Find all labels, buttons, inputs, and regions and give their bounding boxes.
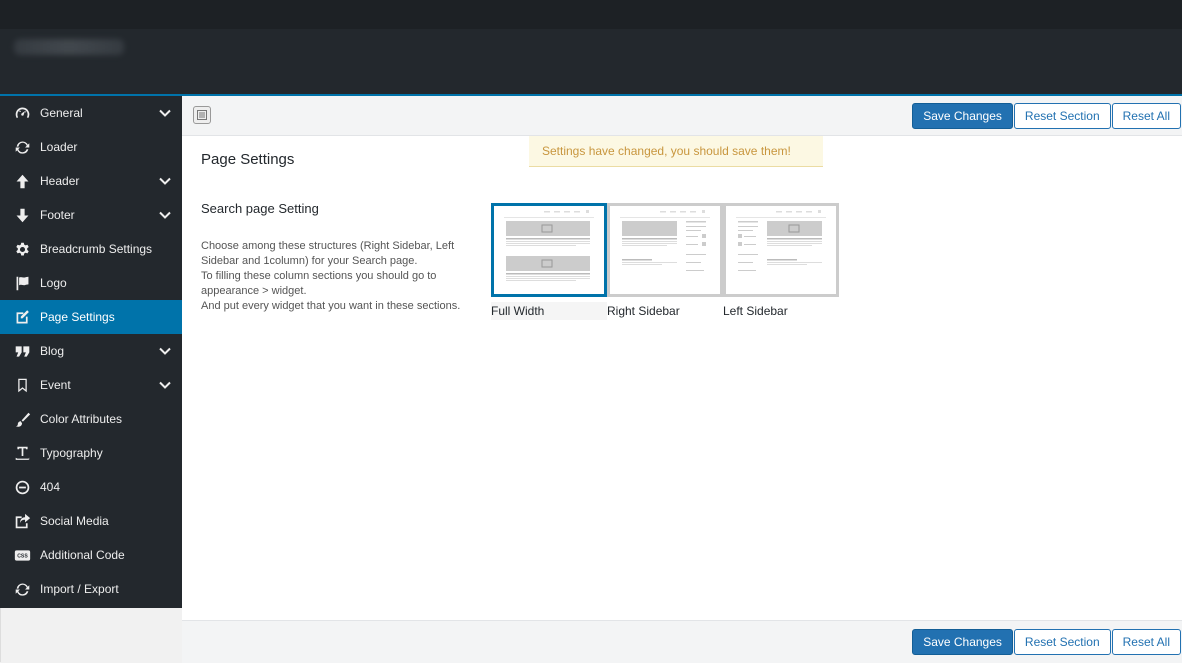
sidebar-item-event[interactable]: Event — [0, 368, 182, 402]
sidebar-item-page-settings[interactable]: Page Settings — [0, 300, 182, 334]
chevron-down-icon — [158, 174, 172, 188]
left-sidebar-layout-image — [736, 210, 826, 271]
sidebar-item-label: Logo — [40, 276, 67, 290]
flag-icon — [13, 274, 31, 292]
admin-top-bar — [0, 0, 1182, 29]
chevron-down-icon — [158, 208, 172, 222]
layout-thumbnail — [723, 203, 839, 297]
sidebar-item-breadcrumb-settings[interactable]: Breadcrumb Settings — [0, 232, 182, 266]
chevron-down-icon — [158, 106, 172, 120]
arrow-up-icon — [13, 172, 31, 190]
description-line: Choose among these structures (Right Sid… — [201, 240, 455, 267]
reset-section-button[interactable]: Reset Section — [1013, 629, 1111, 655]
field-title: Search page Setting — [201, 201, 319, 216]
layout-option-label: Left Sidebar — [723, 304, 788, 318]
layout-thumbnail — [607, 203, 723, 297]
sidebar-item-social-media[interactable]: Social Media — [0, 504, 182, 538]
expand-options-toggle[interactable] — [193, 106, 211, 124]
sidebar-item-label: Blog — [40, 344, 65, 358]
sidebar-item-label: Typography — [40, 446, 103, 460]
sidebar-item-label: Import / Export — [40, 582, 119, 596]
sidebar-item-logo[interactable]: Logo — [0, 266, 182, 300]
layout-option-label: Full Width — [491, 302, 607, 320]
layout-option-right-sidebar[interactable]: Right Sidebar — [607, 203, 723, 320]
save-changes-button[interactable]: Save Changes — [912, 629, 1013, 655]
sidebar-item-footer[interactable]: Footer — [0, 198, 182, 232]
description-line: To filling these column sections you sho… — [201, 270, 437, 297]
edit-icon — [13, 308, 31, 326]
sidebar-item-import-export[interactable]: Import / Export — [0, 572, 182, 606]
text-icon — [13, 444, 31, 462]
sidebar-item-label: Breadcrumb Settings — [40, 242, 153, 256]
layout-option-full-width[interactable]: Full Width — [491, 203, 607, 320]
sidebar-item-general[interactable]: General — [0, 96, 182, 130]
sidebar-item-typography[interactable]: Typography — [0, 436, 182, 470]
field-description: Choose among these structures (Right Sid… — [201, 239, 485, 314]
options-panel: Save Changes Reset Section Reset All Set… — [182, 96, 1182, 663]
top-button-group: Save Changes Reset Section Reset All — [912, 103, 1181, 129]
sidebar-item-label: Social Media — [40, 514, 109, 528]
right-sidebar-layout-image — [620, 210, 710, 271]
sidebar-item-label: Loader — [40, 140, 78, 154]
layout-thumbnail — [491, 203, 607, 297]
sidebar-item-label: Color Attributes — [40, 412, 123, 426]
reset-section-button[interactable]: Reset Section — [1013, 103, 1111, 129]
sidebar-item-404[interactable]: 404 — [0, 470, 182, 504]
header-banner — [0, 29, 1182, 96]
brush-icon — [13, 410, 31, 428]
sidebar-item-header[interactable]: Header — [0, 164, 182, 198]
top-toolbar: Save Changes Reset Section Reset All — [182, 96, 1182, 136]
share-icon — [13, 512, 31, 530]
sidebar-item-label: Event — [40, 378, 71, 392]
list-icon — [197, 110, 207, 120]
unsaved-changes-notice: Settings have changed, you should save t… — [529, 136, 823, 167]
site-logo-blurred — [14, 39, 124, 55]
sidebar-item-label: Page Settings — [40, 310, 115, 324]
quote-icon — [13, 342, 31, 360]
full-width-layout-image — [504, 210, 594, 281]
save-changes-button[interactable]: Save Changes — [912, 103, 1013, 129]
minus-circle-icon — [13, 478, 31, 496]
sidebar-item-blog[interactable]: Blog — [0, 334, 182, 368]
bookmark-icon — [13, 376, 31, 394]
layout-option-left-sidebar[interactable]: Left Sidebar — [723, 203, 839, 320]
sidebar-footer-area — [0, 608, 183, 662]
sidebar-item-label: Additional Code — [40, 548, 125, 562]
bottom-button-group: Save Changes Reset Section Reset All — [912, 629, 1181, 655]
options-sidebar: General Loader Header Footer Breadcrumb … — [0, 96, 182, 608]
sidebar-item-color-attributes[interactable]: Color Attributes — [0, 402, 182, 436]
description-line: And put every widget that you want in th… — [201, 300, 461, 312]
reset-all-button[interactable]: Reset All — [1111, 629, 1181, 655]
page-title: Page Settings — [201, 151, 295, 168]
sidebar-item-label: Footer — [40, 208, 75, 222]
refresh-icon — [13, 138, 31, 156]
sidebar-item-loader[interactable]: Loader — [0, 130, 182, 164]
sidebar-item-label: General — [40, 106, 83, 120]
gear-icon — [13, 240, 31, 258]
layout-option-label: Right Sidebar — [607, 304, 680, 318]
chevron-down-icon — [158, 378, 172, 392]
css-icon: CSS — [13, 546, 31, 564]
refresh-icon — [13, 580, 31, 598]
sidebar-item-label: Header — [40, 174, 80, 188]
reset-all-button[interactable]: Reset All — [1111, 103, 1181, 129]
dashboard-icon — [13, 104, 31, 122]
chevron-down-icon — [158, 344, 172, 358]
sidebar-item-additional-code[interactable]: CSS Additional Code — [0, 538, 182, 572]
svg-text:CSS: CSS — [17, 553, 28, 559]
arrow-down-icon — [13, 206, 31, 224]
bottom-toolbar: Save Changes Reset Section Reset All — [182, 620, 1182, 663]
sidebar-item-label: 404 — [40, 480, 61, 494]
